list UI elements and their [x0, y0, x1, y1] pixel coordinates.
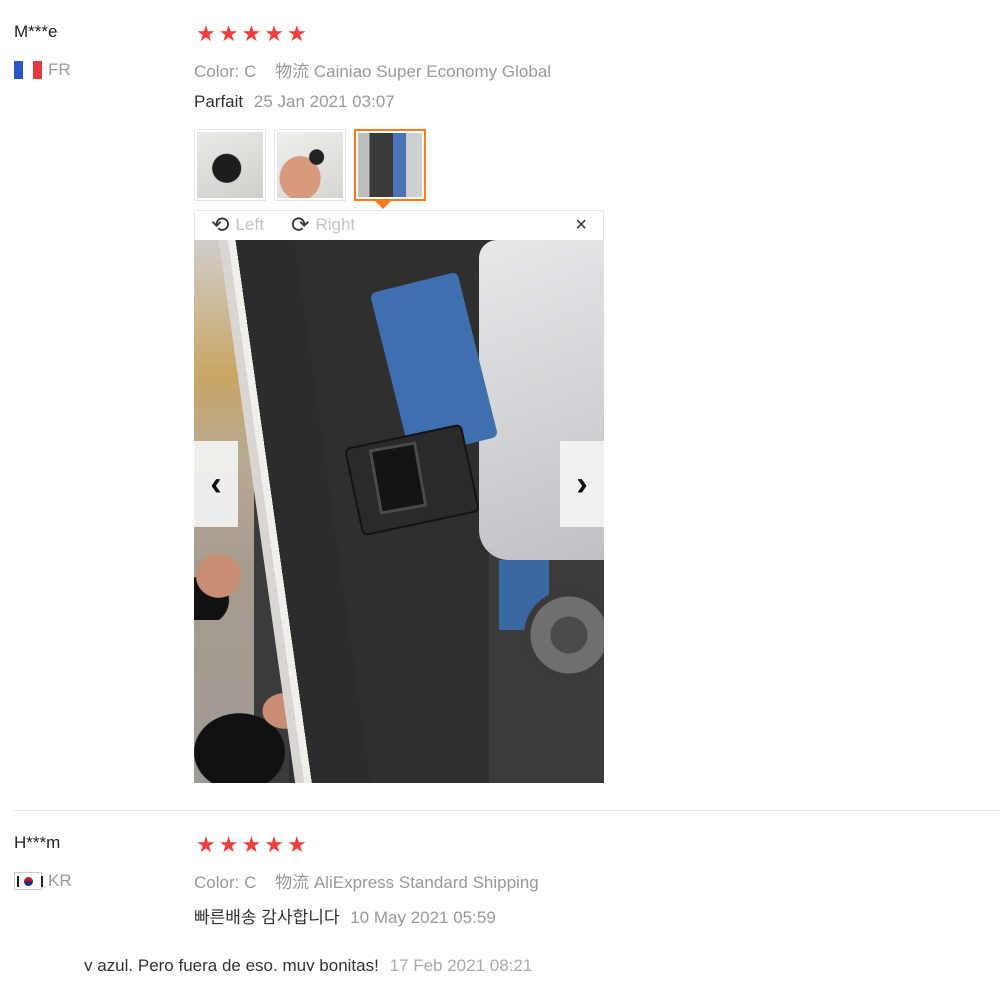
photo-thumbnail[interactable]: [274, 129, 346, 201]
feedback-text: Parfait: [194, 92, 244, 111]
country-code: FR: [48, 60, 71, 79]
shipping-label: 物流: [275, 62, 310, 81]
star-icon: ★: [218, 832, 239, 857]
review-item: M***e FR ★ ★ ★ ★ ★ Color: C 物流 Cainiao S…: [0, 0, 1000, 810]
star-rating: ★ ★ ★ ★ ★: [196, 23, 307, 45]
review-item: H***m KR ★ ★ ★ ★ ★ Color: C 物流 AliExpres…: [0, 811, 1000, 941]
photo-thumbnail-selected[interactable]: [354, 129, 426, 201]
color-value: C: [244, 62, 257, 81]
star-rating: ★ ★ ★ ★ ★: [196, 834, 307, 856]
rotate-left-button[interactable]: ⟲ Left: [211, 214, 264, 236]
chevron-right-icon: ›: [576, 464, 588, 503]
rotate-left-label: Left: [235, 215, 264, 234]
shipping-value: Cainiao Super Economy Global: [313, 62, 552, 81]
star-icon: ★: [241, 832, 262, 857]
review-date: 17 Feb 2021 08:21: [389, 956, 533, 971]
thumbnail-pointer: [375, 201, 391, 209]
review-text: 빠른배송 감사합니다 10 May 2021 05:59: [194, 903, 496, 928]
star-icon: ★: [218, 21, 239, 46]
review-date: 25 Jan 2021 03:07: [253, 92, 395, 111]
france-flag-icon: [14, 61, 42, 79]
photo-thumbnails: [194, 129, 426, 201]
sku-info: Color: C 物流 Cainiao Super Economy Global: [194, 57, 565, 82]
reviewer-country: KR: [14, 871, 72, 891]
photo-thumbnail[interactable]: [194, 129, 266, 201]
color-label: Color:: [194, 62, 240, 81]
shipping-label: 物流: [275, 873, 310, 892]
feedback-text: y azul. Pero fuera de eso, muy bonitas!: [84, 956, 379, 971]
sku-info: Color: C 物流 AliExpress Standard Shipping: [194, 868, 553, 893]
reviewer-name: M***e: [14, 22, 58, 41]
country-code: KR: [48, 871, 72, 890]
star-icon: ★: [196, 21, 216, 46]
photo-viewer-toolbar: ⟲ Left ⟳ Right ×: [194, 210, 604, 240]
korea-flag-icon: [14, 872, 43, 890]
rotate-right-label: Right: [315, 215, 356, 234]
shipping-value: AliExpress Standard Shipping: [313, 873, 539, 892]
star-icon: ★: [196, 832, 216, 857]
color-value: C: [244, 873, 257, 892]
partial-review-text: y azul. Pero fuera de eso, muy bonitas! …: [84, 951, 532, 971]
star-icon: ★: [264, 21, 284, 46]
close-viewer-button[interactable]: ×: [575, 214, 587, 237]
review-date: 10 May 2021 05:59: [350, 908, 496, 927]
previous-photo-button[interactable]: ‹: [194, 441, 238, 527]
reviewer-name: H***m: [14, 833, 61, 852]
star-icon: ★: [286, 832, 307, 857]
next-photo-button[interactable]: ›: [560, 441, 604, 527]
reviewer-country: FR: [14, 60, 71, 80]
rotate-right-icon: ⟳: [291, 212, 310, 237]
star-icon: ★: [241, 21, 262, 46]
feedback-text: 빠른배송 감사합니다: [194, 908, 340, 927]
review-text: Parfait 25 Jan 2021 03:07: [194, 92, 395, 112]
rotate-right-button[interactable]: ⟳ Right: [291, 214, 355, 236]
review-photo-large: [194, 240, 604, 783]
color-label: Color:: [194, 873, 240, 892]
star-icon: ★: [264, 832, 284, 857]
star-icon: ★: [286, 21, 307, 46]
chevron-left-icon: ‹: [210, 464, 222, 503]
rotate-left-icon: ⟲: [211, 212, 230, 237]
